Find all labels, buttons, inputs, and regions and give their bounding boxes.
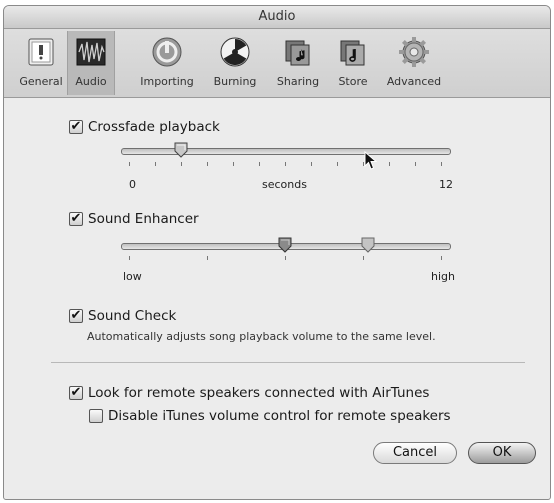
toolbar-item-audio[interactable]: Audio [67,31,115,95]
sound-enhancer-label: Sound Enhancer [88,211,199,227]
crossfade-tick [389,162,390,166]
sound-check-checkbox-row[interactable]: ✔ Sound Check [69,308,176,324]
toolbar-label: Sharing [276,75,320,88]
store-folder-icon [340,40,365,66]
sound-enhancer-tick [363,256,364,260]
disable-volume-checkbox-row[interactable]: Disable iTunes volume control for remote… [89,408,451,424]
toolbar-label: General [19,75,63,88]
sound-enhancer-min-label: low [123,270,142,283]
gear-icon [399,37,429,67]
audio-settings-panel: ✔ Crossfade playback 0 seconds 12 ✔ Soun… [4,98,550,499]
toolbar-label: Store [338,75,368,88]
switch-icon [28,38,54,66]
airtunes-checkbox-row[interactable]: ✔ Look for remote speakers connected wit… [69,385,429,401]
crossfade-max-label: 12 [439,178,453,191]
crossfade-min-label: 0 [129,178,136,191]
toolbar-label: Advanced [386,75,442,88]
radiation-icon [220,37,250,67]
sound-enhancer-checkbox-row[interactable]: ✔ Sound Enhancer [69,211,199,227]
toolbar-item-advanced[interactable]: Advanced [382,31,446,95]
sound-enhancer-tick [207,256,208,260]
airtunes-label: Look for remote speakers connected with … [88,385,430,401]
crossfade-tick [337,162,338,166]
preferences-window: Audio General Audio Importing Burning Sh… [3,5,551,500]
crossfade-tick [285,162,286,166]
music-folders-icon [285,40,310,66]
disable-volume-checkbox[interactable] [89,409,103,423]
crossfade-tick [207,162,208,166]
toolbar-item-importing[interactable]: Importing [136,31,198,95]
crossfade-checkbox-row[interactable]: ✔ Crossfade playback [69,119,220,135]
toolbar-item-general[interactable]: General [18,31,64,95]
crossfade-tick [129,162,130,166]
crossfade-checkbox[interactable]: ✔ [69,120,83,134]
crossfade-tick [233,162,234,166]
sound-enhancer-tick [129,256,130,260]
sound-check-description: Automatically adjusts song playback volu… [87,330,436,343]
sound-enhancer-thumb-ghost [361,237,375,253]
sound-enhancer-tick [441,256,442,260]
toolbar-label: Importing [140,75,194,88]
waveform-icon [76,38,106,66]
window-title: Audio [4,6,550,29]
crossfade-tick [181,162,182,166]
toolbar-item-store[interactable]: Store [330,31,376,95]
ok-button[interactable]: OK [468,442,536,464]
crossfade-tick [155,162,156,166]
cancel-button[interactable]: Cancel [373,442,457,464]
airtunes-checkbox[interactable]: ✔ [69,386,83,400]
crossfade-tick [441,162,442,166]
crossfade-tick [311,162,312,166]
preferences-toolbar: General Audio Importing Burning Sharing … [4,29,550,98]
importing-icon [152,37,182,67]
crossfade-mid-label: seconds [262,178,307,191]
mouse-pointer-icon [364,151,378,170]
toolbar-label: Audio [75,75,107,88]
sound-enhancer-tick [285,256,286,260]
crossfade-tick [415,162,416,166]
toolbar-item-burning[interactable]: Burning [206,31,264,95]
crossfade-slider-track[interactable] [121,148,451,155]
sound-enhancer-max-label: high [431,270,455,283]
crossfade-label: Crossfade playback [88,119,220,135]
disable-volume-label: Disable iTunes volume control for remote… [108,408,451,424]
toolbar-label: Burning [213,75,257,88]
sound-check-label: Sound Check [88,308,177,324]
toolbar-item-sharing[interactable]: Sharing [272,31,324,95]
sound-enhancer-checkbox[interactable]: ✔ [69,212,83,226]
crossfade-tick [259,162,260,166]
sound-enhancer-slider-thumb[interactable] [278,237,292,253]
sound-check-checkbox[interactable]: ✔ [69,309,83,323]
crossfade-slider-thumb[interactable] [174,142,188,158]
section-divider [51,362,525,363]
